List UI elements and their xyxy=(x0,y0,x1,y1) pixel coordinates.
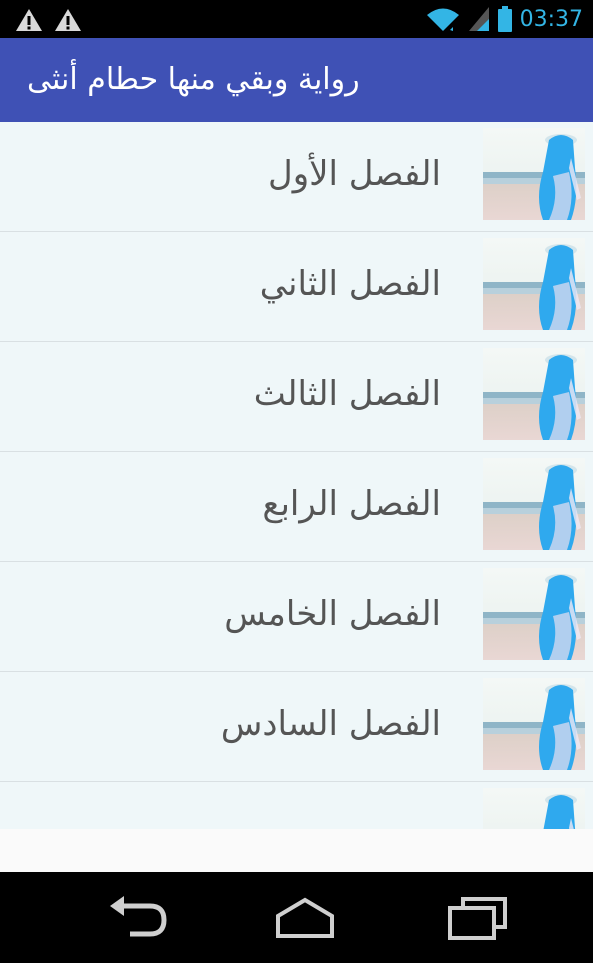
recents-icon[interactable] xyxy=(445,896,511,940)
back-icon[interactable] xyxy=(106,896,172,940)
chapter-thumbnail xyxy=(483,348,585,440)
chapter-list-item[interactable]: الفصل الرابع xyxy=(0,452,593,562)
signal-icon xyxy=(468,7,489,31)
app-bar: رواية وبقي منها حطام أنثى xyxy=(0,38,593,122)
status-time: 03:37 xyxy=(519,6,583,32)
status-bar: 03:37 xyxy=(0,0,593,38)
wifi-icon xyxy=(426,8,459,31)
chapter-thumbnail xyxy=(483,678,585,770)
chapter-thumbnail xyxy=(483,128,585,220)
chapter-label: الفصل الخامس xyxy=(224,594,441,634)
chapter-thumbnail xyxy=(483,238,585,330)
chapter-label: الفصل الرابع xyxy=(262,484,441,524)
battery-icon xyxy=(497,6,512,32)
chapter-list-item[interactable]: الفصل الثاني xyxy=(0,232,593,342)
list-footer-space xyxy=(0,829,593,872)
chapter-list[interactable]: الفصل الأول الفصل الثاني الفصل الثالث ال… xyxy=(0,122,593,829)
chapter-list-item[interactable]: الفصل السادس xyxy=(0,672,593,782)
warning-icon xyxy=(16,9,42,31)
chapter-thumbnail xyxy=(483,568,585,660)
navigation-bar xyxy=(0,872,593,963)
chapter-label: الفصل الثاني xyxy=(259,264,441,304)
chapter-list-item[interactable] xyxy=(0,782,593,829)
warning-icon xyxy=(55,9,81,31)
home-icon[interactable] xyxy=(272,896,338,940)
chapter-list-item[interactable]: الفصل الخامس xyxy=(0,562,593,672)
chapter-label: الفصل الثالث xyxy=(253,374,441,414)
chapter-label: الفصل السادس xyxy=(220,704,441,744)
chapter-list-item[interactable]: الفصل الثالث xyxy=(0,342,593,452)
chapter-thumbnail xyxy=(483,788,585,829)
chapter-label: الفصل الأول xyxy=(267,154,441,194)
app-title: رواية وبقي منها حطام أنثى xyxy=(27,62,360,97)
chapter-list-item[interactable]: الفصل الأول xyxy=(0,122,593,232)
chapter-thumbnail xyxy=(483,458,585,550)
